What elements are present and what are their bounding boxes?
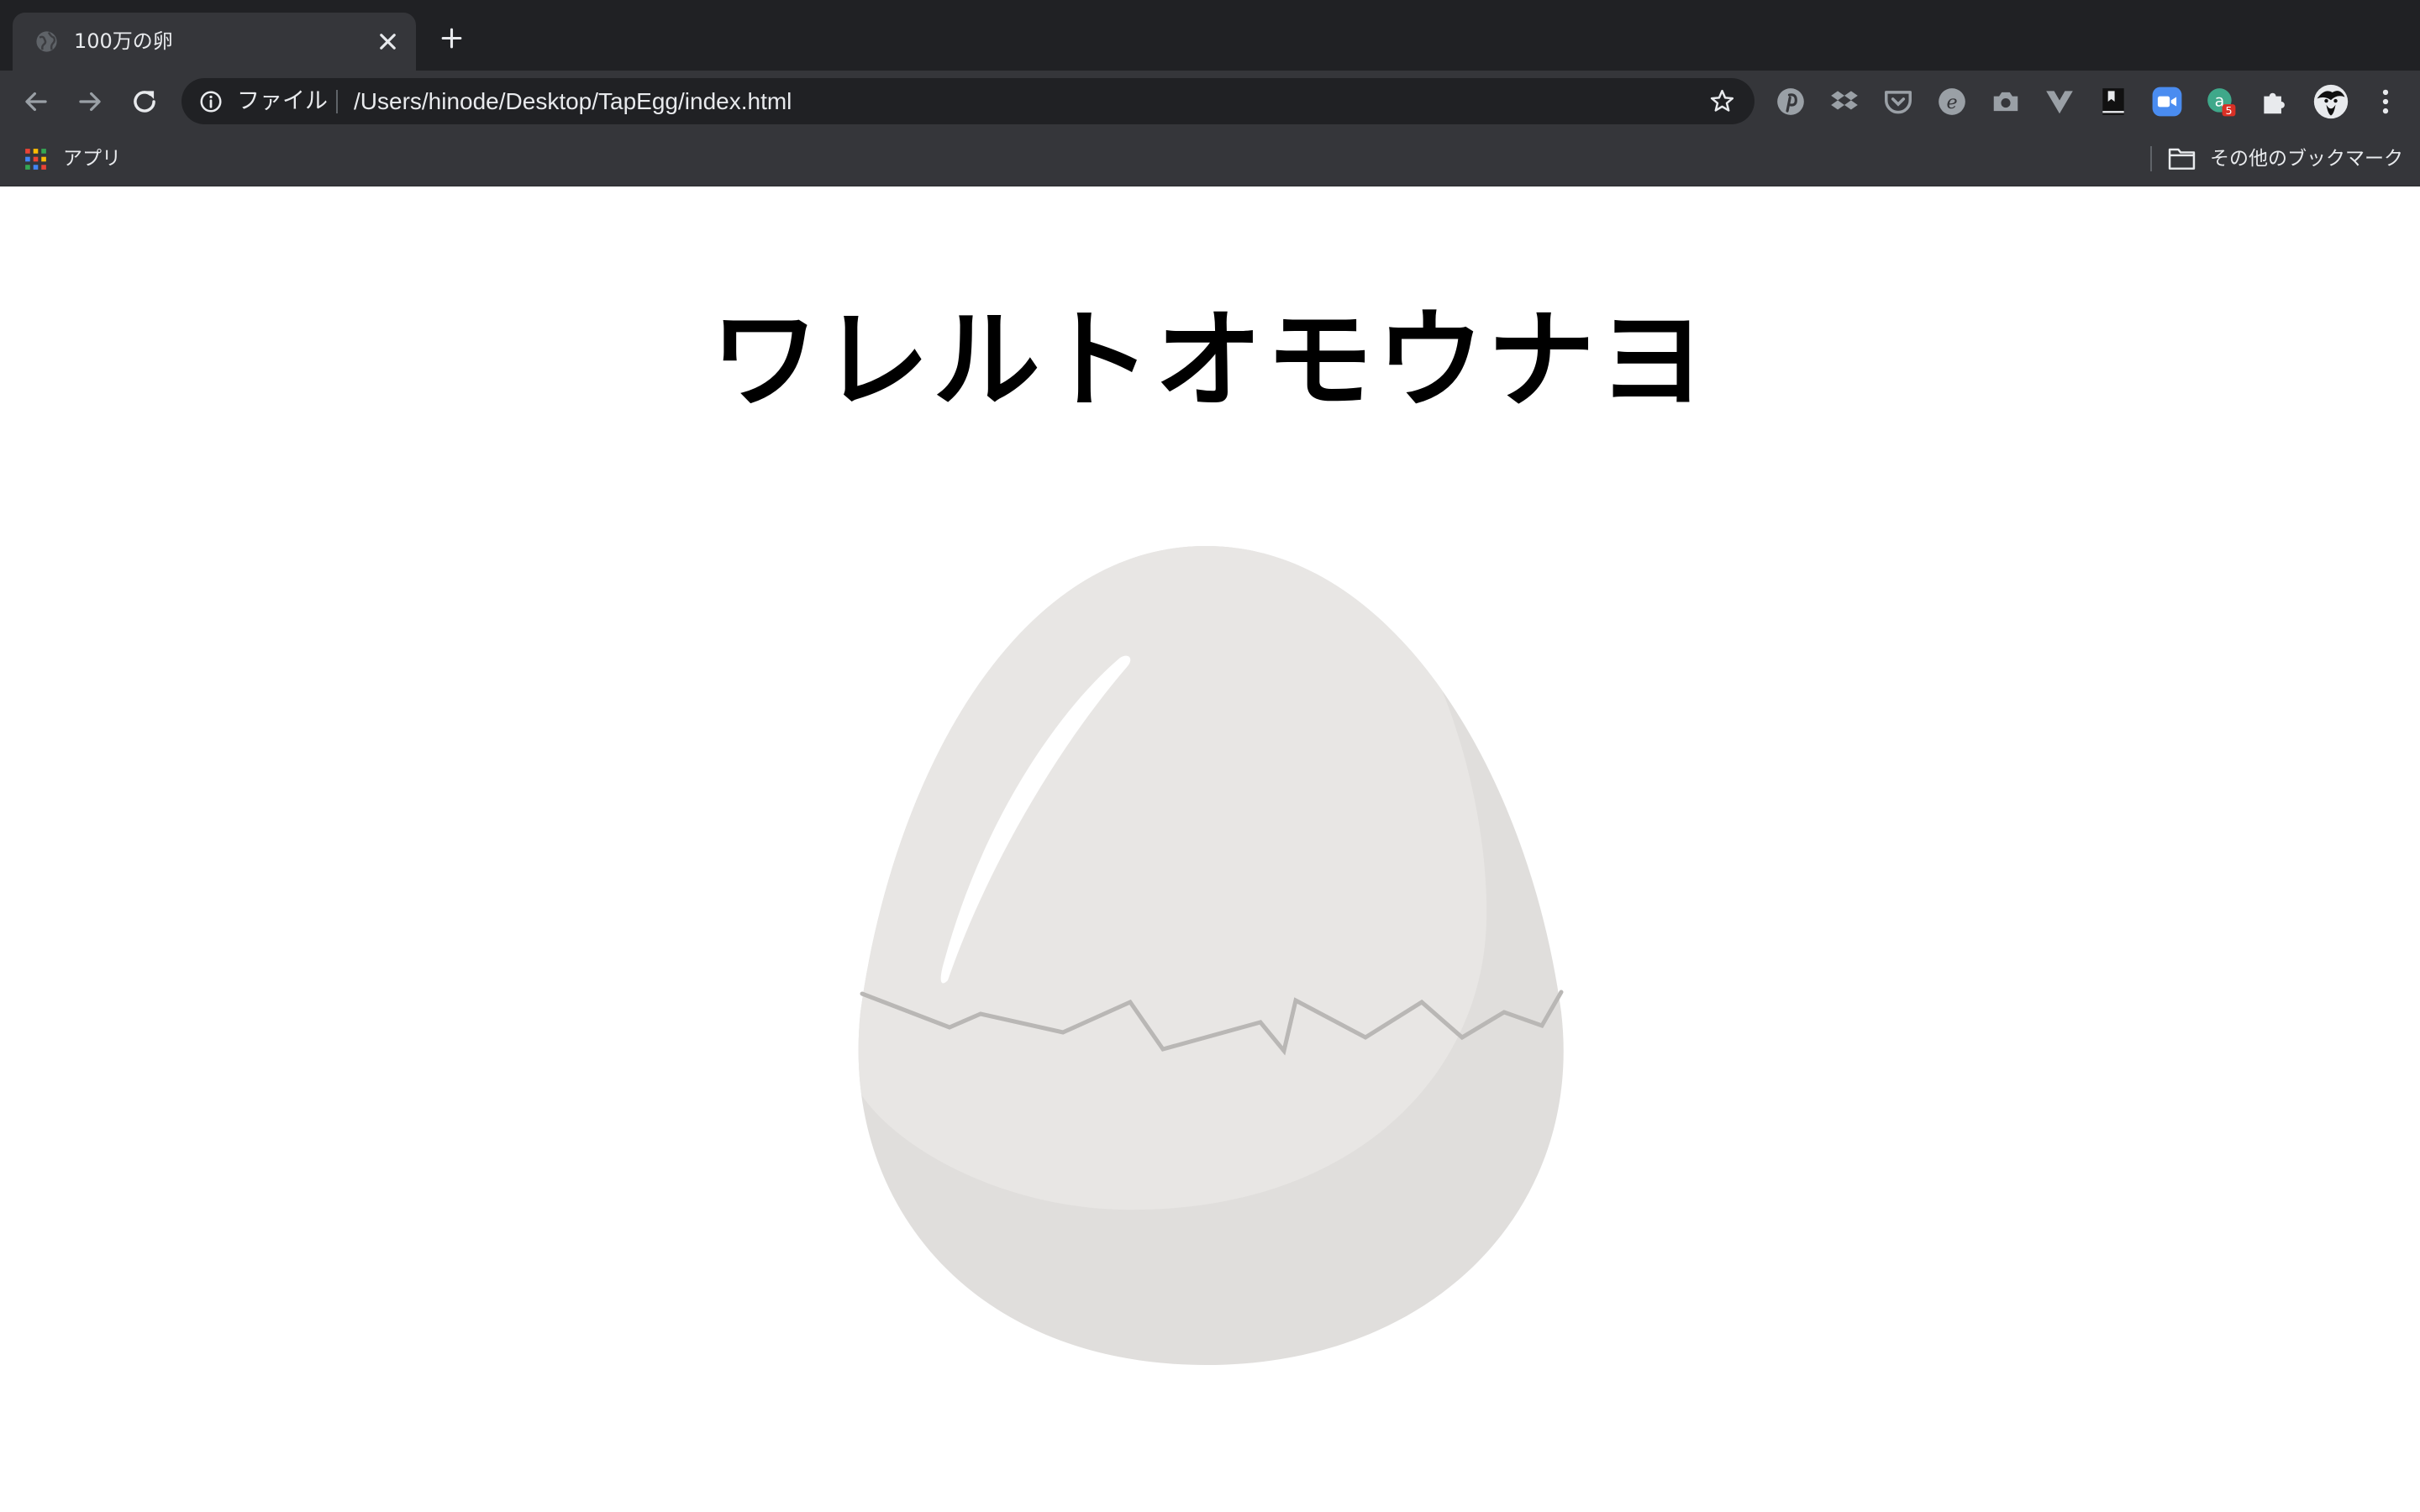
pinterest-icon[interactable]: [1775, 86, 1807, 118]
puzzle-icon[interactable]: [2259, 86, 2291, 118]
new-tab-button[interactable]: [439, 25, 465, 51]
page-title: ワレルトオモウナヨ: [710, 298, 1709, 423]
bookmark-icon[interactable]: [2097, 86, 2129, 118]
bookmarks-bar: アプリ その他のブックマーク: [0, 131, 2420, 186]
other-bookmarks[interactable]: その他のブックマーク: [2210, 131, 2403, 186]
info-icon[interactable]: [198, 89, 224, 114]
star-icon[interactable]: [1708, 87, 1736, 115]
browser-toolbar: ファイル /Users/hinode/Desktop/TapEgg/index.…: [0, 71, 2420, 131]
close-icon[interactable]: [375, 29, 401, 55]
apps-bookmark[interactable]: アプリ: [63, 131, 121, 186]
svg-text:e: e: [1946, 92, 1957, 113]
zoom-icon[interactable]: [2151, 86, 2183, 118]
tab-active[interactable]: 100万の卵: [13, 13, 416, 71]
address-bar[interactable]: ファイル /Users/hinode/Desktop/TapEgg/index.…: [182, 78, 1754, 124]
forward-button[interactable]: [74, 86, 106, 118]
omnibox-divider: [336, 90, 338, 113]
pocket-icon[interactable]: [1882, 86, 1914, 118]
globe-icon: [36, 31, 57, 52]
camera-icon[interactable]: [1990, 86, 2022, 118]
reload-button[interactable]: [129, 86, 160, 118]
bookmarks-divider: [2150, 146, 2152, 171]
evernote-icon[interactable]: e: [1936, 86, 1968, 118]
back-button[interactable]: [20, 86, 52, 118]
extension-badge-count: 5: [2225, 104, 2232, 117]
url-text[interactable]: /Users/hinode/Desktop/TapEgg/index.html: [354, 78, 792, 124]
vue-devtools-icon[interactable]: [2044, 86, 2075, 118]
dropbox-icon[interactable]: [1828, 86, 1860, 118]
apps-grid-icon[interactable]: [24, 148, 47, 171]
tab-strip: 100万の卵: [0, 0, 2420, 71]
egg-icon[interactable]: [857, 542, 1565, 1369]
scheme-label: ファイル: [237, 88, 328, 114]
folder-icon[interactable]: [2168, 147, 2196, 171]
extension-badge-icon[interactable]: a 5: [2205, 86, 2237, 118]
avatar[interactable]: [2312, 83, 2349, 120]
tab-title: 100万の卵: [74, 29, 173, 53]
kebab-menu-icon[interactable]: [2370, 86, 2402, 118]
